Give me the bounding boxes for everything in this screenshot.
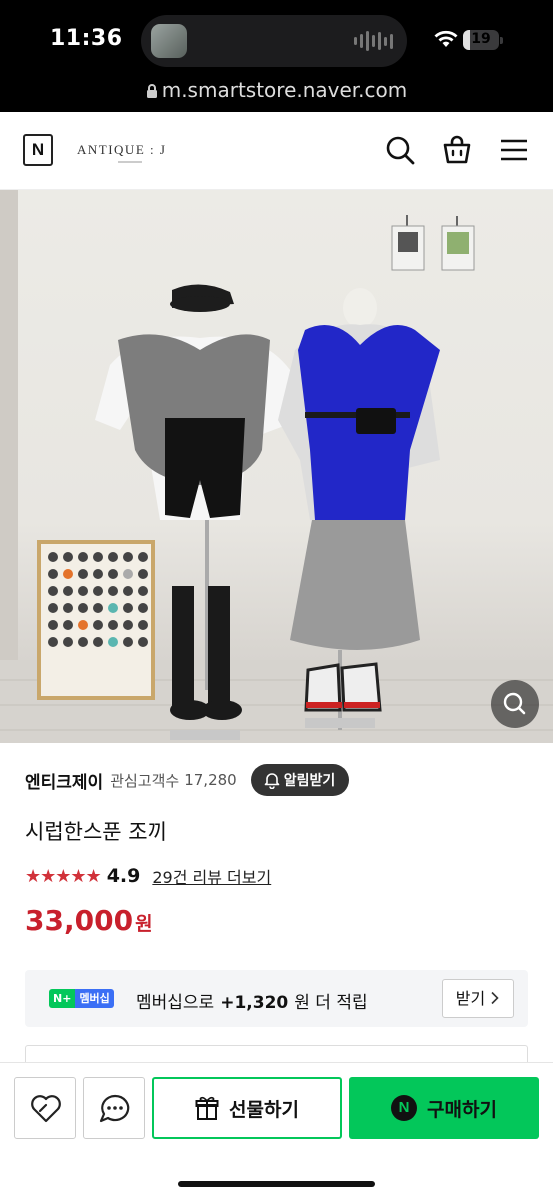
product-title: 시럽한스푼 조끼 bbox=[25, 820, 167, 844]
membership-amount: +1,320 bbox=[220, 993, 289, 1013]
talk-talk-button[interactable] bbox=[83, 1077, 145, 1139]
store-info-row: 엔티크제이 관심고객수 17,280 알림받기 bbox=[25, 763, 350, 797]
product-image[interactable] bbox=[0, 190, 553, 743]
menu-icon[interactable] bbox=[498, 134, 530, 166]
membership-text-prefix: 멤버십으로 bbox=[136, 993, 215, 1013]
now-playing-app-icon bbox=[151, 24, 187, 58]
bell-plus-icon bbox=[264, 773, 280, 789]
battery-tip bbox=[500, 37, 503, 44]
search-icon[interactable] bbox=[384, 134, 416, 166]
rating-row: ★★★★★ 4.9 29건 리뷰 더보기 bbox=[25, 862, 271, 890]
product-photo-illustration bbox=[0, 190, 553, 743]
heart-icon bbox=[31, 1095, 61, 1123]
store-name[interactable]: 엔티크제이 bbox=[25, 768, 103, 793]
url-text: m.smartstore.naver.com bbox=[161, 78, 408, 102]
cart-icon[interactable] bbox=[441, 134, 473, 166]
rating-value: 4.9 bbox=[106, 865, 141, 887]
address-bar[interactable]: m.smartstore.naver.com bbox=[0, 78, 553, 112]
membership-receive-label: 받기 bbox=[455, 989, 486, 1008]
chat-bubble-icon bbox=[99, 1094, 130, 1123]
dynamic-island bbox=[141, 15, 407, 67]
home-indicator[interactable] bbox=[178, 1181, 375, 1187]
membership-badge: N+ 멤버십 bbox=[49, 989, 114, 1008]
notification-button-label: 알림받기 bbox=[283, 773, 336, 789]
bottom-action-bar: 선물하기 N 구매하기 bbox=[0, 1062, 553, 1200]
naver-logo[interactable]: N bbox=[23, 134, 53, 166]
gift-button-label: 선물하기 bbox=[229, 1098, 299, 1121]
membership-text-suffix: 원 더 적립 bbox=[294, 993, 368, 1013]
price-unit: 원 bbox=[135, 913, 153, 935]
battery-indicator: 19 bbox=[463, 30, 499, 50]
zoom-icon bbox=[503, 692, 526, 715]
membership-receive-button[interactable]: 받기 bbox=[442, 979, 514, 1018]
store-header: N ANTIQUE : J bbox=[0, 112, 553, 190]
chevron-right-icon bbox=[491, 991, 499, 1005]
rating-stars: ★★★★★ bbox=[25, 865, 102, 887]
wifi-icon bbox=[434, 30, 458, 47]
wishlist-button[interactable] bbox=[14, 1077, 76, 1139]
zoom-button[interactable] bbox=[491, 680, 539, 728]
battery-level: 19 bbox=[471, 31, 491, 47]
membership-badge-n: N+ bbox=[49, 989, 76, 1008]
lock-icon bbox=[146, 84, 157, 98]
gift-button[interactable]: 선물하기 bbox=[152, 1077, 342, 1139]
buy-button-label: 구매하기 bbox=[427, 1098, 497, 1121]
membership-banner: N+ 멤버십 멤버십으로 +1,320 원 더 적립 받기 bbox=[25, 970, 528, 1027]
membership-badge-label: 멤버십 bbox=[75, 989, 114, 1008]
favorites-label: 관심고객수 bbox=[110, 771, 180, 790]
audio-wave-icon bbox=[354, 31, 393, 51]
brand-logo-subline bbox=[118, 161, 142, 163]
gift-icon bbox=[195, 1096, 219, 1120]
buy-button[interactable]: N 구매하기 bbox=[349, 1077, 539, 1139]
price-value: 33,000 bbox=[25, 904, 134, 937]
price-row: 33,000 원 bbox=[25, 904, 153, 937]
review-link[interactable]: 29건 리뷰 더보기 bbox=[152, 864, 271, 888]
notification-button[interactable]: 알림받기 bbox=[250, 764, 350, 796]
status-time: 11:36 bbox=[50, 26, 123, 51]
naver-pay-icon: N bbox=[391, 1095, 418, 1121]
favorites-count: 17,280 bbox=[184, 771, 237, 789]
store-brand-logo[interactable]: ANTIQUE : J bbox=[77, 142, 166, 158]
membership-text: 멤버십으로 +1,320 원 더 적립 bbox=[136, 988, 368, 1013]
status-bar: 11:36 19 bbox=[0, 0, 553, 78]
